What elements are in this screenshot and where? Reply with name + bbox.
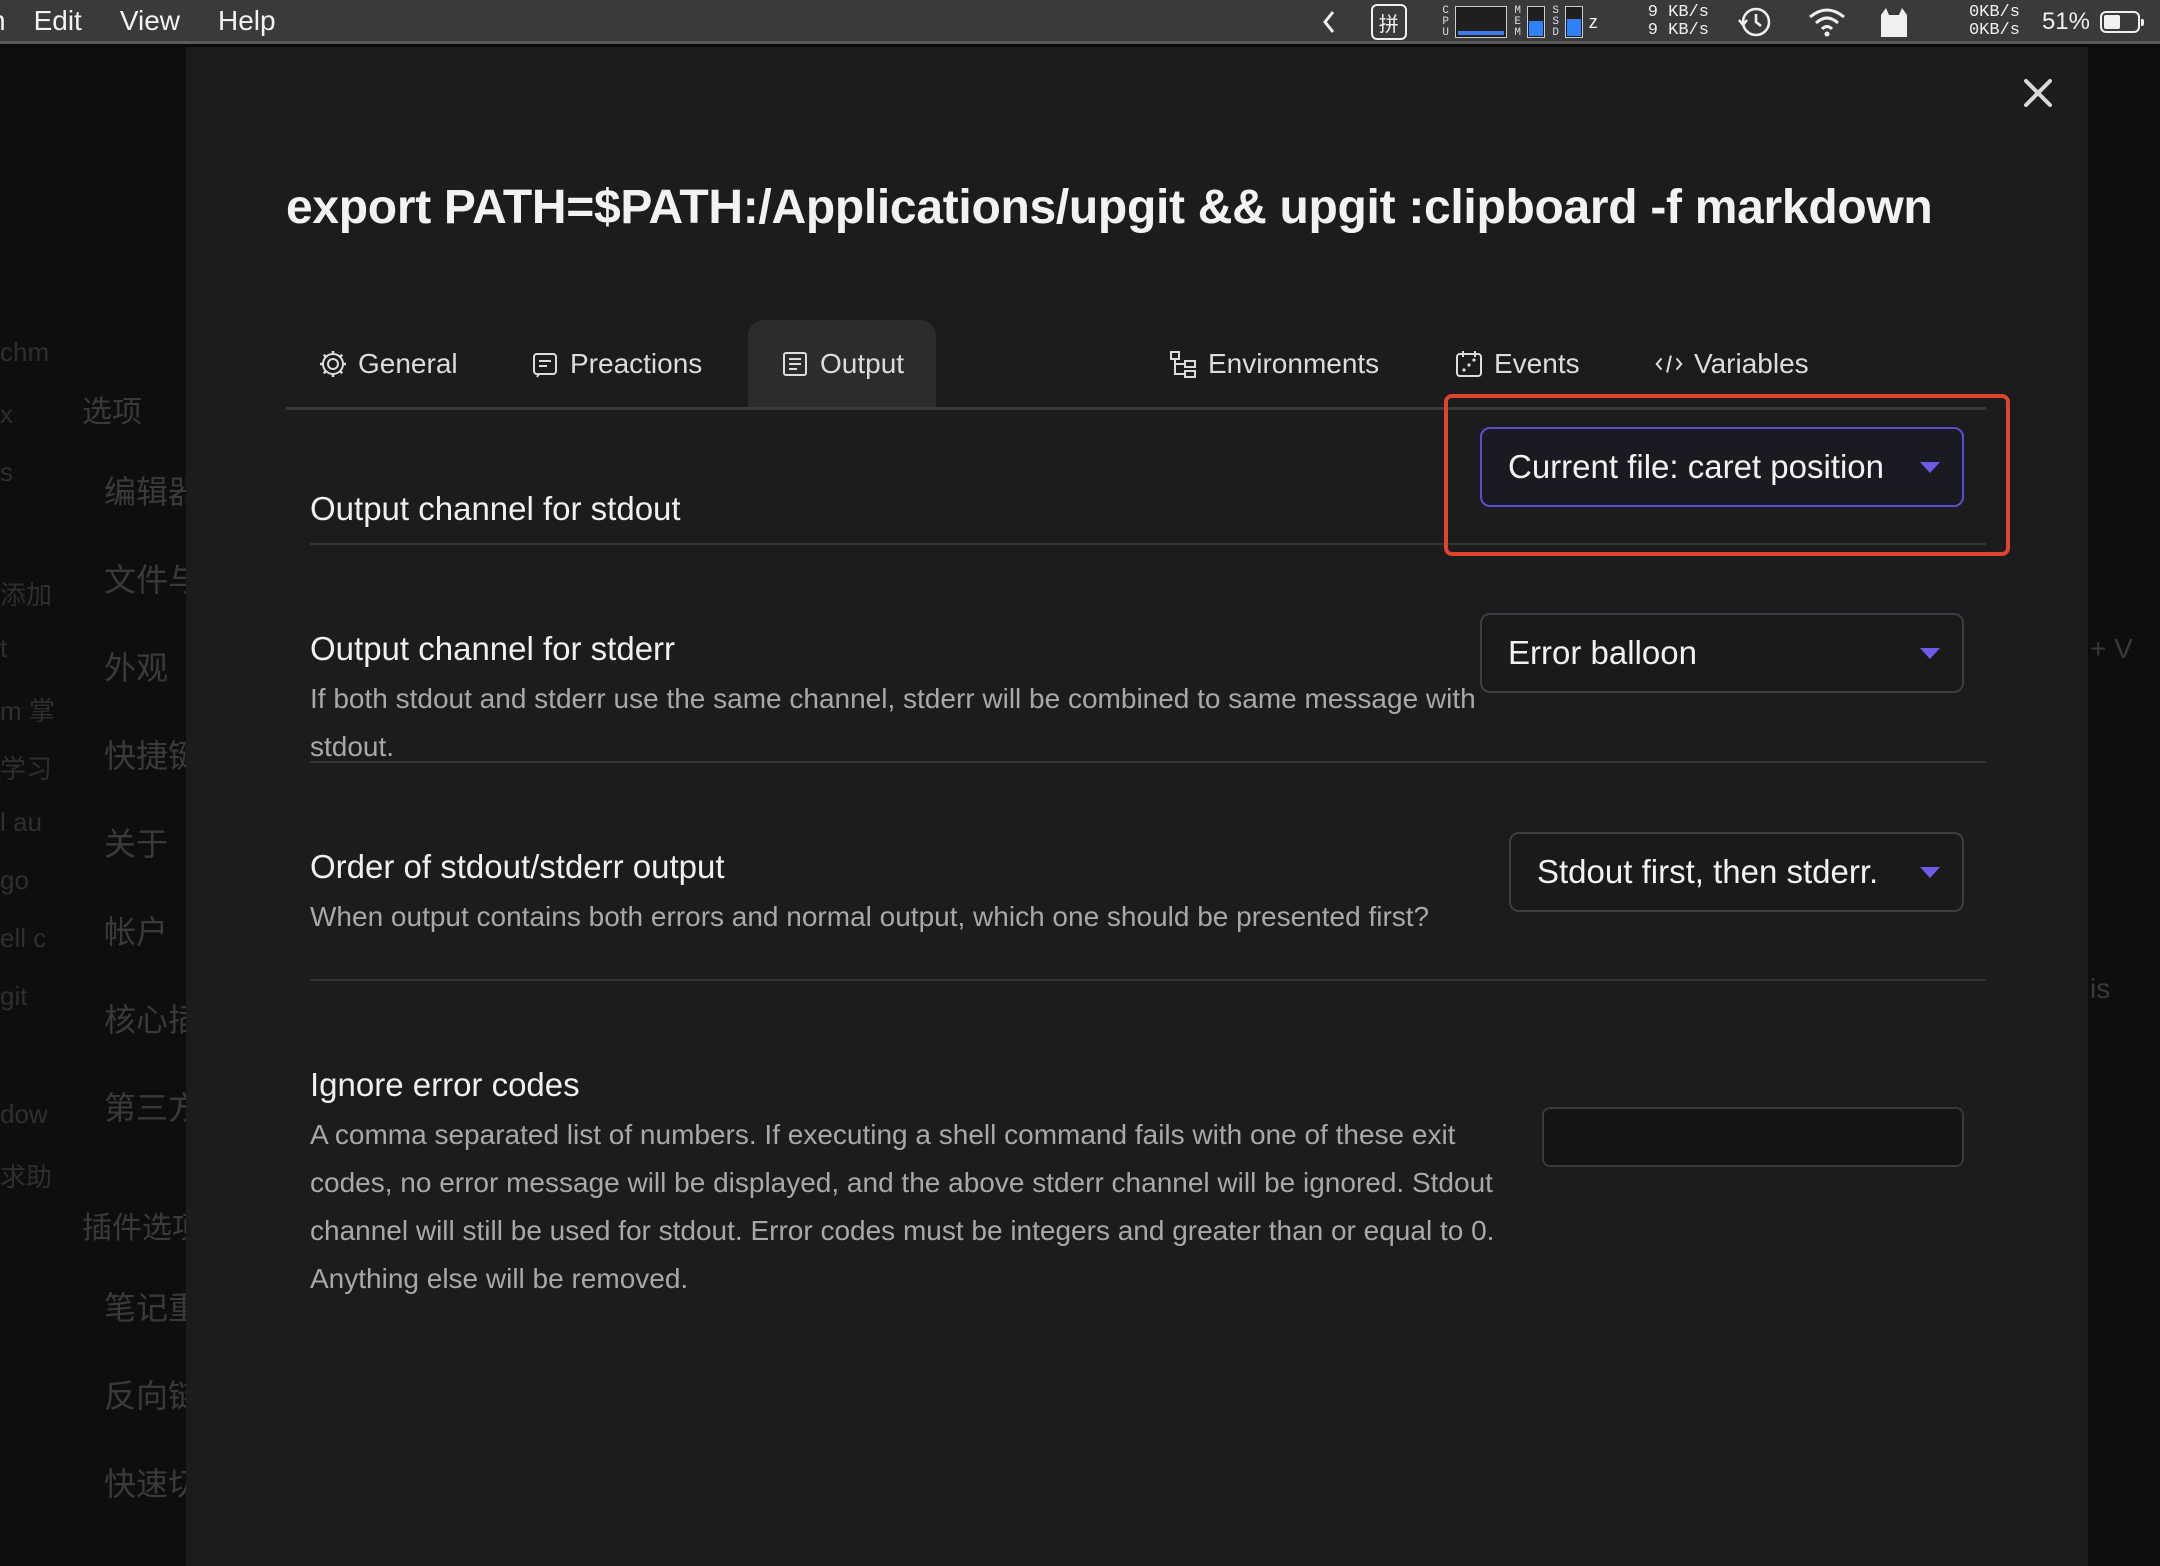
bg-fragment: l au [0,807,42,837]
bg-fragment: 求助 [0,1162,53,1192]
setting-ignore-error-codes: Ignore error codes A comma separated lis… [310,1065,1520,1303]
battery-icon [2100,11,2144,33]
tab-environments[interactable]: Environments [1168,320,1379,407]
select-value: Error balloon [1508,634,1697,671]
bg-fragment: + V [2090,633,2133,664]
bg-fragment: go [0,865,29,895]
background-sidebar: chm x s 添加 t m 掌 学习 l au go ell c git do… [0,47,202,1566]
input-method-label: 拼 [1370,4,1407,40]
bg-sidebar-item: 帐户 [104,914,169,950]
close-button[interactable] [2016,71,2060,115]
tab-label: General [358,347,458,379]
bg-fragment: chm [0,337,50,367]
ssd-label: SSD [1552,4,1560,39]
chevron-left-icon[interactable] [1321,9,1337,35]
setting-stderr: Output channel for stderr If both stdout… [310,629,1530,771]
cpu-label: CPU [1442,4,1450,39]
bg-sidebar-item: 关于 [104,826,169,862]
net-up: 9 KB/s [1647,3,1709,22]
setting-description: When output contains both errors and nor… [310,901,1430,932]
bg-fragment: is [2090,973,2111,1004]
ignore-error-codes-input[interactable] [1542,1107,1964,1167]
disk-write: 0KB/s [1968,21,2020,40]
tab-label: Events [1494,347,1580,379]
bg-sidebar-header: 插件选项 [82,1212,202,1245]
cpu-graph [1454,6,1507,38]
setting-description: If both stdout and stderr use the same c… [310,683,1476,762]
disk-speed[interactable]: 0KB/s 0KB/s [1969,4,2020,40]
cpu-monitor[interactable]: CPU MEM SSD z [1441,4,1598,39]
setting-title: Output channel for stderr [310,630,676,667]
setting-title: Ignore error codes [310,1066,580,1103]
tab-label: Preactions [570,347,703,379]
ssd-bar [1564,6,1583,38]
bg-fragment: 学习 [0,754,53,784]
divider [310,543,1986,545]
events-icon [1454,349,1484,379]
app-menus: n Edit View Help [0,0,314,41]
tab-bar: General Preactions Output Environments E… [286,320,1986,410]
gear-icon [318,349,348,379]
battery-status[interactable]: 51% [2041,8,2144,36]
menu-bar: n Edit View Help 拼 CPU MEM SSD z 9 KB/s … [0,0,2160,44]
output-icon [780,349,810,379]
input-method-icon[interactable]: 拼 [1370,4,1407,40]
modal-title: export PATH=$PATH:/Applications/upgit &&… [286,181,1933,234]
chevron-down-icon [1920,462,1940,473]
setting-description: A comma separated list of numbers. If ex… [310,1119,1495,1294]
settings-modal: export PATH=$PATH:/Applications/upgit &&… [186,47,2088,1566]
mem-label: MEM [1514,4,1522,39]
setting-output-order: Order of stdout/stderr output When outpu… [310,847,1510,941]
divider [310,761,1986,763]
bg-fragment: m 掌 [0,696,55,726]
stderr-channel-select[interactable]: Error balloon [1480,613,1964,693]
tab-label: Variables [1694,347,1809,379]
tab-label: Environments [1208,347,1380,379]
chevron-down-icon [1920,648,1940,659]
sleep-icon: z [1588,11,1598,32]
bg-sidebar-item: 外观 [104,650,169,686]
time-machine-icon[interactable] [1737,5,1773,39]
bg-sidebar-header: 选项 [82,396,142,429]
bg-fragment: t [0,633,8,663]
disk-read: 0KB/s [1968,3,2020,22]
bg-fragment: s [0,457,13,487]
output-order-select[interactable]: Stdout first, then stderr. [1509,832,1964,912]
select-value: Current file: caret position [1508,448,1885,485]
tab-preactions[interactable]: Preactions [530,320,702,407]
select-value: Stdout first, then stderr. [1537,853,1879,890]
bg-fragment: 添加 [0,580,53,610]
setting-title: Order of stdout/stderr output [310,848,725,885]
preactions-icon [530,349,560,379]
mem-bar [1526,6,1545,38]
stdout-channel-select[interactable]: Current file: caret position [1480,427,1964,507]
status-area: 拼 CPU MEM SSD z 9 KB/s 9 KB/s 0KB/s 0KB/… [1299,0,2160,44]
chevron-down-icon [1920,867,1940,878]
battery-percent: 51% [2041,8,2090,35]
code-icon [1654,349,1684,379]
bg-fragment: ell c [0,923,47,953]
network-speed[interactable]: 9 KB/s 9 KB/s [1648,4,1709,40]
menu-edit[interactable]: Edit [34,5,82,37]
bg-fragment: dow [0,1099,48,1129]
menu-view[interactable]: View [120,5,180,37]
bg-fragment: x [0,399,13,429]
apple-menu-fragment[interactable]: n [0,5,6,37]
cat-icon[interactable] [1877,5,1911,39]
menu-help[interactable]: Help [218,5,276,37]
wifi-icon[interactable] [1807,7,1847,37]
background-right-panel: + V is [2088,47,2160,1566]
tab-output[interactable]: Output [748,320,937,407]
bg-fragment: git [0,981,28,1011]
net-down: 9 KB/s [1647,21,1709,40]
tab-general[interactable]: General [318,320,458,407]
tab-label: Output [820,347,905,379]
tab-variables[interactable]: Variables [1654,320,1809,407]
close-icon [2024,79,2052,107]
environments-icon [1168,349,1198,379]
divider [310,979,1986,981]
tab-events[interactable]: Events [1454,320,1580,407]
